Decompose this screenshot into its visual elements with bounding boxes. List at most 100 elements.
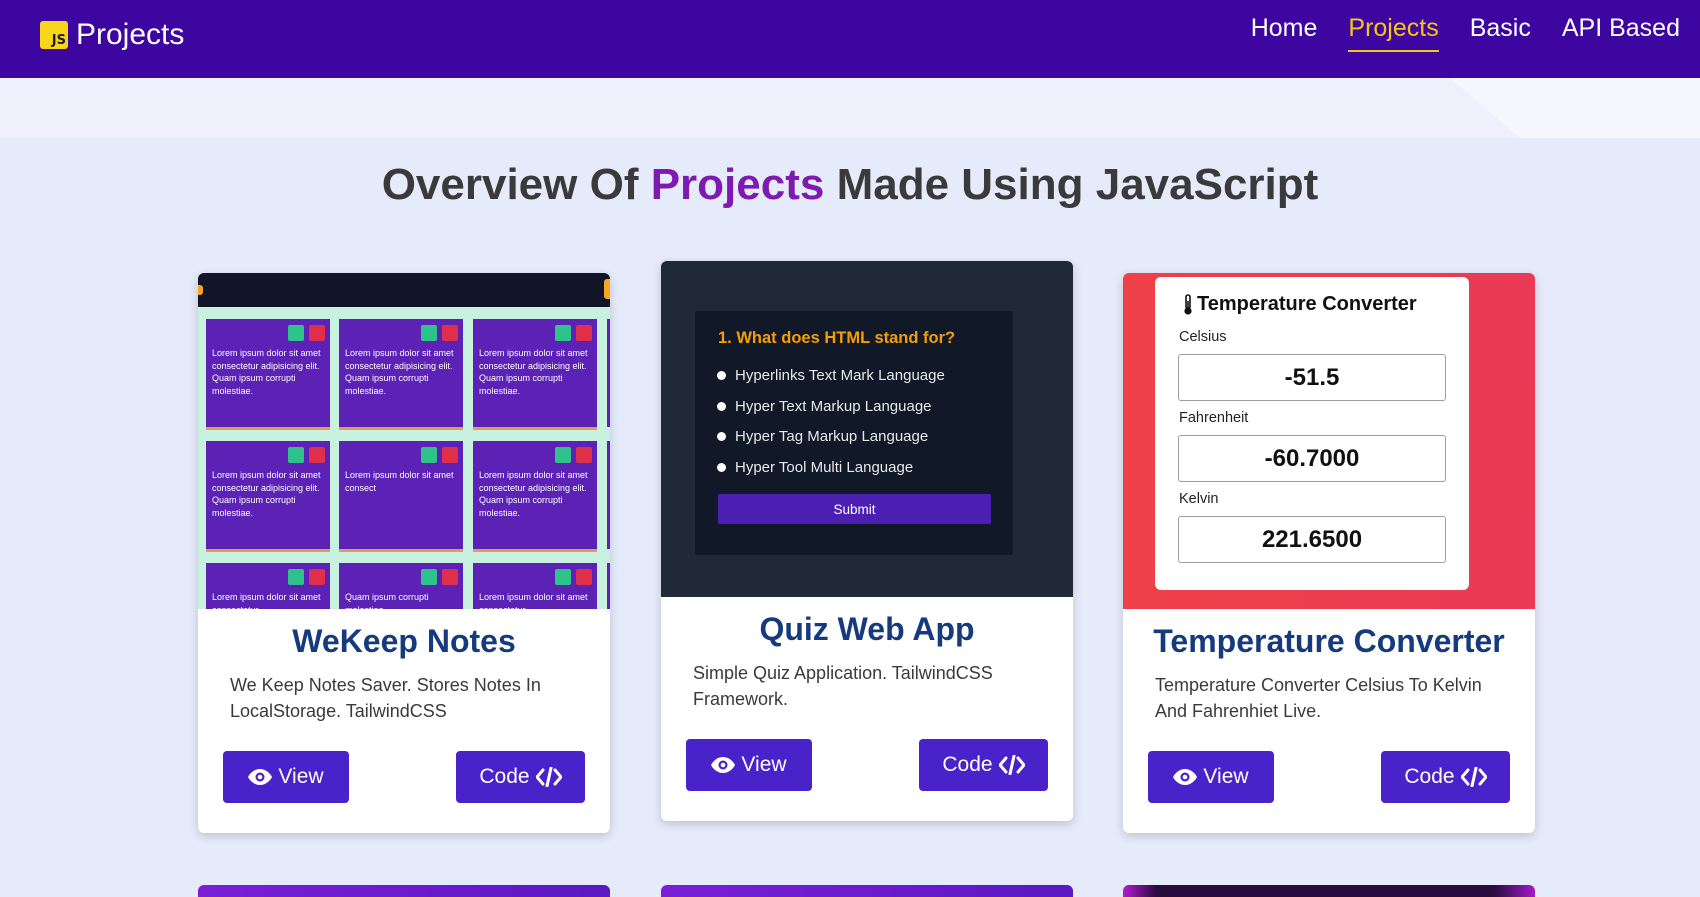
quiz-option: Hyper Tool Multi Language <box>717 459 913 476</box>
js-logo-icon: JS <box>40 21 68 49</box>
trash-icon <box>442 325 458 341</box>
code-icon <box>998 755 1025 775</box>
eye-icon <box>1173 769 1198 785</box>
radio-icon <box>717 402 726 411</box>
note-text: Lorem ipsum dolor sit amet consect <box>345 470 454 493</box>
code-label: Code <box>1404 765 1455 788</box>
card-actions: View Code <box>1123 751 1535 803</box>
radio-icon <box>717 371 726 380</box>
view-label: View <box>1203 765 1249 788</box>
trash-icon <box>442 447 458 463</box>
project-card-peek[interactable] <box>661 885 1073 897</box>
note-text: Lorem ipsum dolor sit amet consectetur a… <box>345 348 454 396</box>
trash-icon <box>576 325 592 341</box>
nav-link-projects[interactable]: Projects <box>1348 14 1439 52</box>
note-card: Lorem ipsum dolor sit amet consectetur a… <box>473 319 597 427</box>
note-text: Quam ipsum corrupti molestiae. <box>345 592 429 609</box>
eye-icon <box>711 757 736 773</box>
note-card: Lorem ipsum dolor sit amet consectetur <box>206 563 330 609</box>
edit-icon <box>421 325 437 341</box>
edit-icon <box>555 325 571 341</box>
edit-icon <box>555 447 571 463</box>
project-card-peek[interactable] <box>1123 885 1535 897</box>
code-icon <box>1460 767 1487 787</box>
trash-icon <box>576 447 592 463</box>
edit-icon <box>288 569 304 585</box>
quiz-option: Hyper Tag Markup Language <box>717 428 928 445</box>
fahrenheit-input: -60.7000 <box>1178 435 1446 482</box>
note-text: Lorem ipsum dolor sit amet consectetur a… <box>479 470 588 518</box>
trash-icon <box>442 569 458 585</box>
trash-icon <box>309 447 325 463</box>
page-heading: Overview Of Projects Made Using JavaScri… <box>0 160 1700 210</box>
heading-before: Overview Of <box>381 160 639 209</box>
project-card-wekeep-notes: Lorem ipsum dolor sit amet consectetur a… <box>198 273 610 833</box>
wekeep-notes-thumbnail: Lorem ipsum dolor sit amet consectetur a… <box>198 273 610 609</box>
nav-link-api-based[interactable]: API Based <box>1562 14 1680 52</box>
kelvin-label: Kelvin <box>1179 491 1219 507</box>
quiz-box: 1. What does HTML stand for? Hyperlinks … <box>695 311 1013 555</box>
quiz-submit: Submit <box>718 494 991 524</box>
heading-after: Made Using JavaScript <box>836 160 1319 209</box>
heading-accent: Projects <box>650 160 825 209</box>
eye-icon <box>248 769 273 785</box>
card-actions: View Code <box>661 739 1073 791</box>
card-actions: View Code <box>198 751 610 803</box>
project-card-temperature-converter: Temperature Converter Celsius -51.5 Fahr… <box>1123 273 1535 833</box>
code-label: Code <box>942 753 993 776</box>
note-text: Lorem ipsum dolor sit amet consectetur a… <box>212 348 321 396</box>
radio-icon <box>717 432 726 441</box>
fahrenheit-label: Fahrenheit <box>1179 410 1249 426</box>
temperature-title: Temperature Converter <box>1182 293 1417 316</box>
note-card: Lorem ipsum dolor sit amet consectetur a… <box>206 319 330 427</box>
temperature-thumbnail: Temperature Converter Celsius -51.5 Fahr… <box>1123 273 1535 609</box>
card-title: Quiz Web App <box>759 611 975 647</box>
note-card: Lorem ipsum dolor sit amet consect <box>339 441 463 549</box>
quiz-question: 1. What does HTML stand for? <box>718 329 956 347</box>
edit-icon <box>555 569 571 585</box>
view-button[interactable]: View <box>686 739 812 791</box>
brand[interactable]: JS Projects <box>40 18 184 52</box>
card-description: We Keep Notes Saver. Stores Notes In Loc… <box>230 675 541 721</box>
note-text: Lorem ipsum dolor sit amet consectetur a… <box>212 470 321 518</box>
note-card: Lorem ipsum dolor sit amet consectetur a… <box>339 319 463 427</box>
temperature-panel: Temperature Converter Celsius -51.5 Fahr… <box>1155 277 1469 590</box>
quiz-option: Hyperlinks Text Mark Language <box>717 367 945 384</box>
quiz-option: Hyper Text Markup Language <box>717 398 932 415</box>
view-button[interactable]: View <box>223 751 349 803</box>
radio-icon <box>717 463 726 472</box>
note-text: Lorem ipsum dolor sit amet consectetur a… <box>479 348 588 396</box>
quiz-thumbnail: 1. What does HTML stand for? Hyperlinks … <box>661 261 1073 597</box>
trash-icon <box>576 569 592 585</box>
card-description: Temperature Converter Celsius To Kelvin … <box>1155 675 1482 721</box>
view-label: View <box>278 765 324 788</box>
view-button[interactable]: View <box>1148 751 1274 803</box>
brand-title: Projects <box>76 18 185 51</box>
code-label: Code <box>479 765 530 788</box>
trash-icon <box>309 325 325 341</box>
celsius-label: Celsius <box>1179 329 1227 345</box>
project-card-peek[interactable] <box>198 885 610 897</box>
project-card-quiz-web-app: 1. What does HTML stand for? Hyperlinks … <box>661 261 1073 821</box>
trash-icon <box>309 569 325 585</box>
nav-link-home[interactable]: Home <box>1251 14 1318 52</box>
hero-decoration <box>1450 78 1700 138</box>
card-title: WeKeep Notes <box>292 623 516 659</box>
celsius-input: -51.5 <box>1178 354 1446 401</box>
hero-band <box>0 78 1700 138</box>
code-button[interactable]: Code <box>1381 751 1510 803</box>
navbar: JS Projects Home Projects Basic API Base… <box>0 0 1700 78</box>
note-card: Lorem ipsum dolor sit amet consectetur <box>473 563 597 609</box>
nav-link-basic[interactable]: Basic <box>1470 14 1531 52</box>
edit-icon <box>421 447 437 463</box>
view-label: View <box>741 753 787 776</box>
notes-app-header <box>198 273 610 307</box>
card-description: Simple Quiz Application. TailwindCSS Fra… <box>693 663 993 709</box>
code-button[interactable]: Code <box>456 751 585 803</box>
thermometer-icon <box>1184 293 1192 315</box>
code-button[interactable]: Code <box>919 739 1048 791</box>
card-title: Temperature Converter <box>1153 623 1505 659</box>
nav-links: Home Projects Basic API Based <box>1220 14 1680 52</box>
kelvin-input: 221.6500 <box>1178 516 1446 563</box>
edit-icon <box>288 325 304 341</box>
